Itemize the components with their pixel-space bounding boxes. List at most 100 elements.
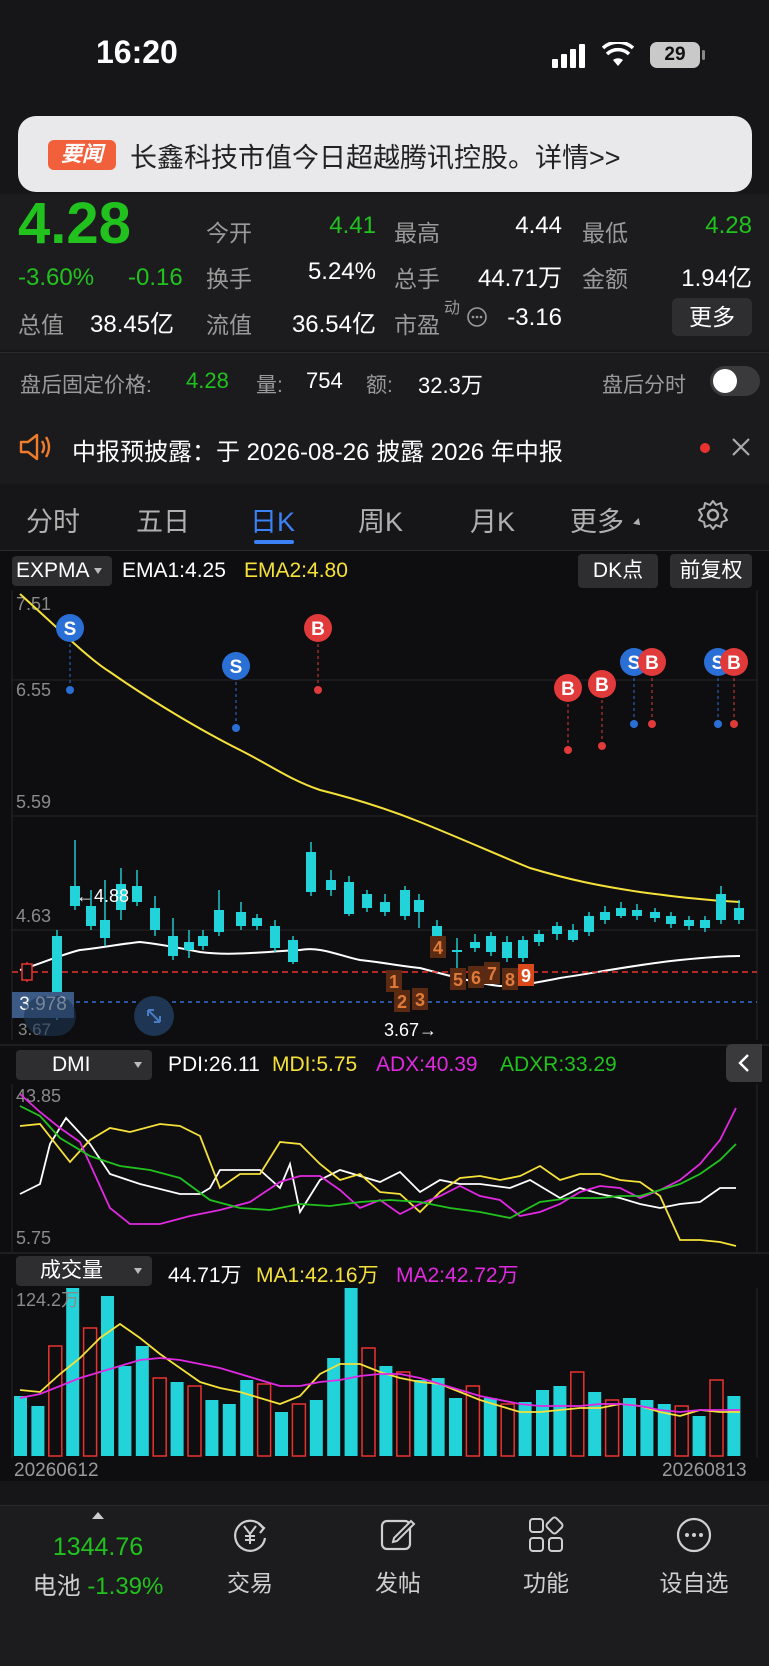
amount-value: 1.94亿 [681, 265, 752, 292]
nav-functions[interactable]: 功能 [486, 1516, 606, 1598]
index-ticker[interactable]: 1344.76 电池 -1.39% [18, 1512, 178, 1601]
candle-down [198, 936, 208, 946]
sequence-number: 2 [397, 992, 407, 1012]
nav-trade[interactable]: 交易 [190, 1516, 310, 1598]
kline-chart[interactable]: 7.51 6.55 5.59 4.63 ←4.88 3.67→ SSBB BS B S… [0, 590, 769, 1040]
dmi-indicator-select[interactable]: DMI [16, 1050, 152, 1080]
tab-daily-k[interactable]: 日K [250, 500, 295, 539]
candle-down [306, 852, 316, 892]
candle-down [344, 882, 354, 914]
mcap-value: 38.45亿 [90, 311, 175, 338]
volume-bars [14, 1288, 741, 1457]
dk-point-button[interactable]: DK点 [578, 554, 658, 588]
sequence-number: 4 [433, 938, 443, 958]
signal-letter: B [645, 653, 659, 674]
high-value: 4.44 [515, 212, 562, 239]
expand-icon[interactable] [134, 996, 174, 1036]
volume-value: 44.71万 [168, 1264, 242, 1287]
volume-bar-down [240, 1380, 254, 1456]
after-hours-toggle[interactable] [710, 366, 760, 396]
candle-down [214, 910, 224, 932]
candle-down [584, 916, 594, 932]
collapse-panel-button[interactable] [726, 1044, 762, 1082]
volume-value: 44.71万 [477, 265, 562, 292]
volume-bar-down [344, 1288, 358, 1456]
volume-bar-down [483, 1398, 497, 1456]
volume-bar-up [570, 1371, 585, 1457]
notice-row[interactable]: 中报预披露：于 2026-08-26 披露 2026 年中报 [0, 412, 769, 484]
signal-dot [598, 742, 606, 750]
unread-dot [700, 443, 710, 453]
tab-intraday[interactable]: 分时 [26, 500, 80, 539]
candle-up [21, 963, 33, 981]
volume-bar-up [256, 1383, 272, 1457]
after-amt: 32.3万 [418, 373, 483, 398]
signal-icon [552, 44, 588, 73]
date-start: 20260612 [14, 1460, 99, 1481]
signal-letter: B [311, 619, 325, 640]
candle-down [100, 920, 110, 938]
adxr-value: ADXR:33.29 [500, 1053, 617, 1076]
active-tab-indicator [254, 540, 294, 544]
candle-down [252, 918, 262, 926]
volume-y-top: 124.2万 [16, 1290, 79, 1310]
dmi-y-bottom: 5.75 [16, 1228, 51, 1248]
volume-indicator-label: 成交量 [40, 1259, 103, 1282]
volume-bar-up [152, 1377, 167, 1457]
volume-bar-down [431, 1378, 445, 1456]
tab-weekly-k[interactable]: 周K [358, 500, 403, 539]
status-bar: 16:20 29 [0, 0, 769, 110]
candle-down [700, 920, 710, 928]
nav-add-watchlist[interactable]: 设自选 [634, 1516, 754, 1598]
candle-down [168, 936, 178, 956]
volume-bar-up [396, 1371, 411, 1457]
volume-bar-up [500, 1403, 515, 1457]
turnover-value: 5.24% [307, 258, 376, 285]
tab-five-day[interactable]: 五日 [136, 500, 190, 539]
volume-bar-down [692, 1416, 706, 1456]
candle-down [380, 902, 390, 912]
volume-bar-up [604, 1399, 620, 1457]
adjust-button[interactable]: 前复权 [670, 554, 752, 588]
signal-dot [630, 720, 638, 728]
candle-down [326, 880, 336, 890]
date-end: 20260813 [662, 1460, 747, 1481]
high-price-mark: ←4.88 [76, 886, 129, 906]
settings-icon[interactable] [696, 498, 730, 537]
candle-down [552, 926, 562, 934]
tab-monthly-k[interactable]: 月K [470, 500, 515, 539]
ema2-line [19, 593, 741, 903]
volume-indicator-select[interactable]: 成交量 [16, 1256, 152, 1286]
change-amount: -0.16 [128, 264, 183, 291]
more-button[interactable]: 更多 [672, 298, 752, 336]
news-text[interactable]: 长鑫科技市值今日超越腾讯控股。详情>> [130, 136, 621, 175]
signal-dot [232, 724, 240, 732]
close-icon[interactable] [730, 436, 752, 463]
candle-down [684, 920, 694, 926]
mdi-value: MDI:5.75 [272, 1053, 358, 1076]
edit-icon [379, 1516, 417, 1554]
signal-dot [66, 686, 74, 694]
grid-icon [527, 1516, 565, 1554]
volume-bar-down [170, 1382, 184, 1456]
candle-down [400, 890, 410, 916]
turnover-label: 换手 [206, 266, 252, 292]
news-banner[interactable]: 要闻 长鑫科技市值今日超越腾讯控股。详情>> [18, 116, 752, 192]
mcap-label: 总值 [18, 312, 64, 338]
volume-bar-down [222, 1404, 236, 1456]
more-icon [675, 1516, 713, 1554]
info-icon[interactable] [466, 306, 488, 333]
signal-letter: B [595, 675, 609, 696]
tab-more[interactable]: 更多 [570, 500, 624, 539]
volume-bar-up [291, 1403, 307, 1457]
open-label: 今开 [206, 220, 252, 246]
volume-bar-down [14, 1396, 27, 1456]
battery-icon: 29 [650, 42, 700, 68]
nav-post[interactable]: 发帖 [338, 1516, 458, 1598]
news-tag: 要闻 [48, 140, 116, 170]
candle-down [734, 908, 744, 920]
pan-icon[interactable] [24, 996, 76, 1036]
volume-bar-down [66, 1288, 80, 1456]
main-indicator-select[interactable]: EXPMA [12, 556, 112, 586]
signal-markers: SSBB BS B S B [56, 614, 748, 754]
